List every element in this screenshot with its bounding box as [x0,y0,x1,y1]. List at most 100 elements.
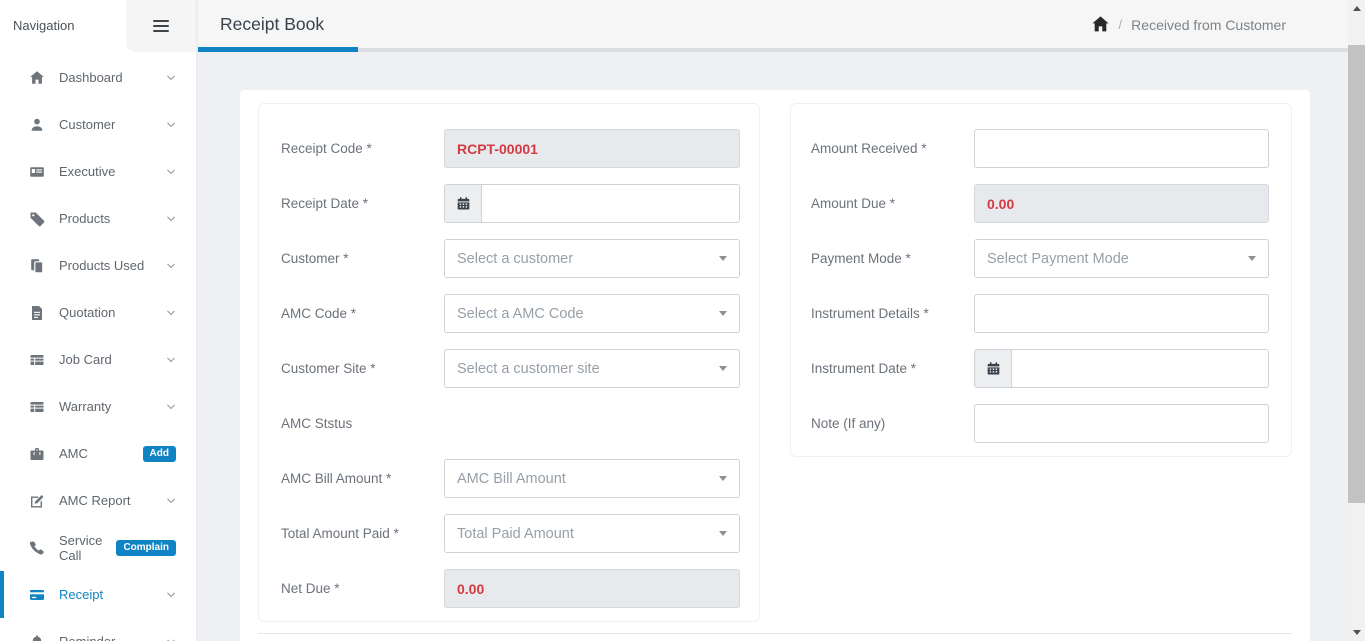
net-due-label: Net Due * [281,581,444,596]
amc-bill-amount-select[interactable]: AMC Bill Amount [444,459,740,498]
sidebar-item-amc-report[interactable]: AMC Report [0,477,196,524]
active-tab-underline [198,47,358,52]
payment-mode-label: Payment Mode * [811,251,974,266]
home-icon[interactable] [1091,15,1110,34]
sidebar-title: Navigation [0,0,126,52]
sidebar-item-products[interactable]: Products [0,195,196,242]
sidebar-item-warranty[interactable]: Warranty [0,383,196,430]
amc-bill-amount-label: AMC Bill Amount * [281,471,444,486]
calendar-icon [445,185,482,222]
receipt-date-input[interactable] [482,185,739,222]
customer-select[interactable]: Select a customer [444,239,740,278]
amc-status-value [444,404,740,443]
amc-code-select-placeholder: Select a AMC Code [457,306,584,322]
receipt-form-left-panel: Receipt Code * RCPT-00001 Receipt Date *… [258,103,760,622]
scroll-up-button[interactable] [1348,0,1365,17]
app-window: Navigation Dashboard Customer [0,0,1365,641]
sidebar: Navigation Dashboard Customer [0,0,197,641]
sidebar-item-receipt[interactable]: Receipt [0,571,196,618]
chevron-down-icon [166,309,176,316]
sidebar-item-products-used[interactable]: Products Used [0,242,196,289]
table-icon [28,352,46,368]
scrollbar-thumb[interactable] [1348,45,1365,503]
customer-site-select-placeholder: Select a customer site [457,361,600,377]
instrument-date-input[interactable] [1012,350,1268,387]
amc-code-select[interactable]: Select a AMC Code [444,294,740,333]
total-amount-paid-select[interactable]: Total Paid Amount [444,514,740,553]
vertical-scrollbar[interactable] [1348,0,1365,641]
receipt-date-field[interactable] [444,184,740,223]
sidebar-item-executive[interactable]: Executive [0,148,196,195]
amc-bill-amount-placeholder: AMC Bill Amount [457,471,566,487]
amount-received-label: Amount Received * [811,141,974,156]
payment-mode-select[interactable]: Select Payment Mode [974,239,1269,278]
receipt-form-right-panel: Amount Received * Amount Due * 0.00 Paym… [790,103,1292,457]
chevron-down-icon [166,121,176,128]
content-area: Receipt Code * RCPT-00001 Receipt Date *… [198,52,1348,641]
chevron-down-icon [166,356,176,363]
sidebar-item-quotation[interactable]: Quotation [0,289,196,336]
menu-toggle-button[interactable] [126,0,196,52]
complain-badge: Complain [116,540,176,556]
chevron-down-icon [166,262,176,269]
credit-card-icon [28,587,46,603]
amount-due-label: Amount Due * [811,196,974,211]
table-icon [28,399,46,415]
id-card-icon [28,164,46,180]
net-due-value: 0.00 [457,581,484,597]
chevron-down-icon [166,591,176,598]
add-badge: Add [143,446,176,462]
caret-down-icon [719,531,727,536]
total-amount-paid-label: Total Amount Paid * [281,526,444,541]
topbar: Receipt Book / Received from Customer [198,0,1348,52]
scroll-down-button[interactable] [1348,624,1365,641]
sidebar-item-job-card[interactable]: Job Card [0,336,196,383]
bell-icon [28,634,46,641]
triangle-down-icon [1353,630,1361,635]
sidebar-item-reminder[interactable]: Reminder [0,618,196,641]
payment-mode-placeholder: Select Payment Mode [987,251,1129,267]
tag-icon [28,211,46,227]
customer-site-select[interactable]: Select a customer site [444,349,740,388]
edit-icon [28,493,46,509]
sidebar-item-amc[interactable]: AMC Add [0,430,196,477]
note-label: Note (If any) [811,416,974,431]
customer-select-placeholder: Select a customer [457,251,573,267]
caret-down-icon [1248,256,1256,261]
caret-down-icon [719,311,727,316]
instrument-details-input[interactable] [974,294,1269,333]
file-text-icon [28,305,46,321]
note-input[interactable] [974,404,1269,443]
sidebar-item-service-call[interactable]: Service Call Complain [0,524,196,571]
customer-label: Customer * [281,251,444,266]
caret-down-icon [719,476,727,481]
sidebar-item-customer[interactable]: Customer [0,101,196,148]
user-icon [28,117,46,133]
total-amount-paid-placeholder: Total Paid Amount [457,526,574,542]
amc-status-label: AMC Ststus [281,416,444,431]
receipt-form-card: Receipt Code * RCPT-00001 Receipt Date *… [240,90,1310,641]
breadcrumb-current: Received from Customer [1131,17,1286,33]
calendar-icon [975,350,1012,387]
instrument-date-label: Instrument Date * [811,361,974,376]
breadcrumb-separator: / [1119,17,1123,32]
sidebar-menu: Dashboard Customer Executive [0,52,196,641]
amc-code-label: AMC Code * [281,306,444,321]
amount-due-field: 0.00 [974,184,1269,223]
briefcase-icon [28,446,46,462]
breadcrumb: / Received from Customer [1091,0,1286,49]
caret-down-icon [719,366,727,371]
sidebar-item-dashboard[interactable]: Dashboard [0,54,196,101]
chevron-down-icon [166,168,176,175]
phone-icon [28,540,46,556]
hamburger-icon [153,20,169,22]
receipt-code-value: RCPT-00001 [457,141,538,157]
amount-received-input[interactable] [974,129,1269,168]
copy-icon [28,258,46,274]
chevron-down-icon [166,215,176,222]
home-icon [28,70,46,86]
instrument-date-field[interactable] [974,349,1269,388]
receipt-code-field: RCPT-00001 [444,129,740,168]
chevron-down-icon [166,403,176,410]
sidebar-header: Navigation [0,0,196,52]
